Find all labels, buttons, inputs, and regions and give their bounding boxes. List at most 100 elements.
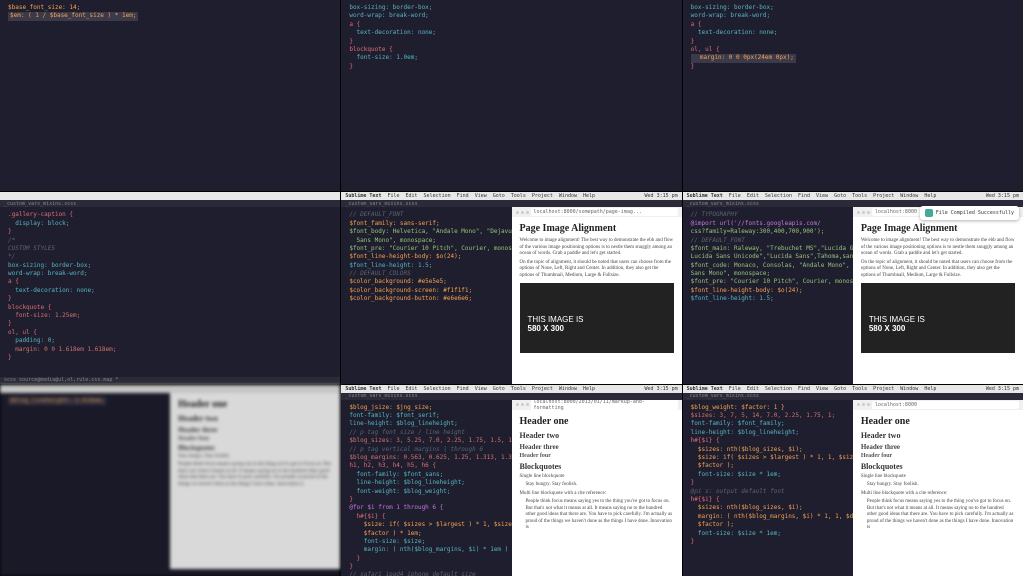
code-line: Sans Mono", monospace; (691, 270, 770, 277)
tab[interactable]: _custom_vars_mixins.scss (4, 201, 76, 207)
code-line: font-size: $size * 1em; (691, 530, 781, 537)
code-editor[interactable]: box-sizing: border-box;word-wrap: break-… (341, 0, 681, 75)
code-line: // p tag vertical margins | through 6 (349, 446, 483, 453)
menu-item[interactable]: Tools (511, 386, 526, 392)
menu-item[interactable]: Project (873, 193, 894, 199)
tab[interactable]: _custom_vars_mixins.scss (687, 393, 759, 399)
menu-item[interactable]: View (475, 386, 487, 392)
close-icon[interactable] (857, 211, 860, 214)
code-line: $font_line-height-body: $o(24); (691, 287, 803, 294)
menu-item[interactable]: Goto (834, 386, 846, 392)
menu-item[interactable]: File (729, 386, 741, 392)
menu-item[interactable]: Edit (406, 386, 418, 392)
url-bar[interactable]: localhost:8000 (872, 401, 1019, 409)
menu-item[interactable]: Find (798, 193, 810, 199)
heading-3: Header three (861, 443, 1015, 451)
menu-item[interactable]: Project (532, 386, 553, 392)
menubar[interactable] (0, 192, 340, 200)
code-line: .gallery-caption { (8, 211, 73, 218)
menu-item[interactable]: Selection (424, 193, 451, 199)
code-editor[interactable]: box-sizing: border-box;word-wrap: break-… (683, 0, 1023, 75)
cell-r3c1-blurred: $blog_lineheight: 1.618em; Header one He… (0, 385, 340, 576)
tab[interactable]: _custom_vars_mixins.scss (345, 393, 417, 399)
url-bar[interactable]: localhost:8000/somepath/page-imag... (531, 208, 678, 216)
code-line: } (691, 63, 695, 70)
menu-item[interactable]: Project (873, 386, 894, 392)
zoom-icon[interactable] (867, 403, 870, 406)
menu-item[interactable]: Find (798, 386, 810, 392)
menubar[interactable]: Sublime TextFileEditSelectionFindViewGot… (683, 385, 1023, 393)
menu-item[interactable]: Window (559, 193, 577, 199)
menu-item[interactable]: Find (457, 386, 469, 392)
menu-item[interactable]: Window (559, 386, 577, 392)
code-line: box-sizing: border-box; (349, 4, 432, 11)
zoom-icon[interactable] (526, 211, 529, 214)
minimize-icon[interactable] (862, 403, 865, 406)
menu-item[interactable]: Project (532, 193, 553, 199)
tabbar[interactable]: _custom_vars_mixins.scss (341, 393, 681, 400)
menubar[interactable]: Sublime TextFileEditSelectionFindViewGot… (341, 385, 681, 393)
menu-item[interactable]: Edit (747, 193, 759, 199)
menubar[interactable]: Sublime TextFileEditSelectionFindViewGot… (341, 192, 681, 200)
menu-item[interactable]: File (387, 386, 399, 392)
menu-item[interactable]: Help (583, 386, 595, 392)
code-editor[interactable]: $blog_weight: $factor: 1 }$sizes: 3, 7, … (683, 400, 853, 551)
zoom-icon[interactable] (526, 403, 529, 406)
code-line: font-family: $font_family; (691, 420, 785, 427)
menu-item[interactable]: Window (900, 386, 918, 392)
notification[interactable]: File Compiled Successfully (920, 206, 1019, 220)
code-editor[interactable]: $base_font_size: 14; $em: ( 1 / $base_fo… (0, 0, 340, 25)
menu-item[interactable]: File (387, 193, 399, 199)
minimize-icon[interactable] (521, 403, 524, 406)
menu-item[interactable]: Selection (765, 193, 792, 199)
menu-item[interactable]: File (729, 193, 741, 199)
url-bar[interactable]: localhost:8000/2013/01/11/markup-and-for… (531, 400, 678, 412)
tabbar[interactable]: _custom_vars_mixins.scss (341, 200, 681, 207)
heading-1: Header one (861, 416, 1015, 427)
menu-item[interactable]: Help (924, 386, 936, 392)
paragraph: Welcome to image alignment! The best way… (861, 238, 1015, 258)
menu-item[interactable]: Edit (747, 386, 759, 392)
browser-chrome[interactable]: localhost:8000 (853, 400, 1023, 410)
menu-item[interactable]: Edit (406, 193, 418, 199)
menu-item[interactable]: View (816, 386, 828, 392)
menu-item[interactable]: Goto (834, 193, 846, 199)
code-line: } (8, 295, 12, 302)
code-editor[interactable]: .gallery-caption { display: block;}/*CUS… (0, 207, 340, 366)
close-icon[interactable] (857, 403, 860, 406)
blockquote-title: Blockquotes (861, 462, 1015, 471)
code-line: */ (8, 253, 15, 260)
tabbar[interactable]: _custom_vars_mixins.scss (683, 393, 1023, 400)
menu-item[interactable]: View (475, 193, 487, 199)
code-editor[interactable]: // TYPOGRAPHY@import url('//fonts.google… (683, 207, 853, 307)
paragraph: Multi line blockquote with a cite refere… (861, 491, 1015, 498)
code-editor[interactable]: // DEFAULT_FONT$font_family: sans-serif;… (341, 207, 511, 307)
code-editor[interactable]: $blog_jsize: $jng_size;font-family: $fon… (341, 400, 511, 576)
minimize-icon[interactable] (862, 211, 865, 214)
browser-chrome[interactable]: localhost:8000/2013/01/11/markup-and-for… (512, 400, 682, 410)
menu-item[interactable]: Goto (493, 386, 505, 392)
zoom-icon[interactable] (867, 211, 870, 214)
menu-item[interactable]: Selection (424, 386, 451, 392)
menu-item[interactable]: View (816, 193, 828, 199)
menu-item[interactable]: Selection (765, 386, 792, 392)
menu-item[interactable]: Window (900, 193, 918, 199)
cell-r1c2: box-sizing: border-box;word-wrap: break-… (341, 0, 681, 191)
menu-item[interactable]: Help (583, 193, 595, 199)
code-line: font-size: $size; (349, 538, 425, 545)
close-icon[interactable] (516, 403, 519, 406)
browser-chrome[interactable]: localhost:8000/somepath/page-imag... (512, 207, 682, 217)
menu-item[interactable]: Tools (852, 193, 867, 199)
tabbar[interactable]: _custom_vars_mixins.scss (0, 200, 340, 207)
menu-item[interactable]: Help (924, 193, 936, 199)
tab[interactable]: _custom_vars_mixins.scss (687, 201, 759, 207)
menu-item[interactable]: Goto (493, 193, 505, 199)
menu-item[interactable]: Tools (852, 386, 867, 392)
tab[interactable]: _custom_vars_mixins.scss (345, 201, 417, 207)
menubar[interactable]: Sublime TextFileEditSelectionFindViewGot… (683, 192, 1023, 200)
menu-item[interactable]: Find (457, 193, 469, 199)
code-line: $font_line-height: 1.5; (691, 295, 774, 302)
menu-item[interactable]: Tools (511, 193, 526, 199)
minimize-icon[interactable] (521, 211, 524, 214)
close-icon[interactable] (516, 211, 519, 214)
